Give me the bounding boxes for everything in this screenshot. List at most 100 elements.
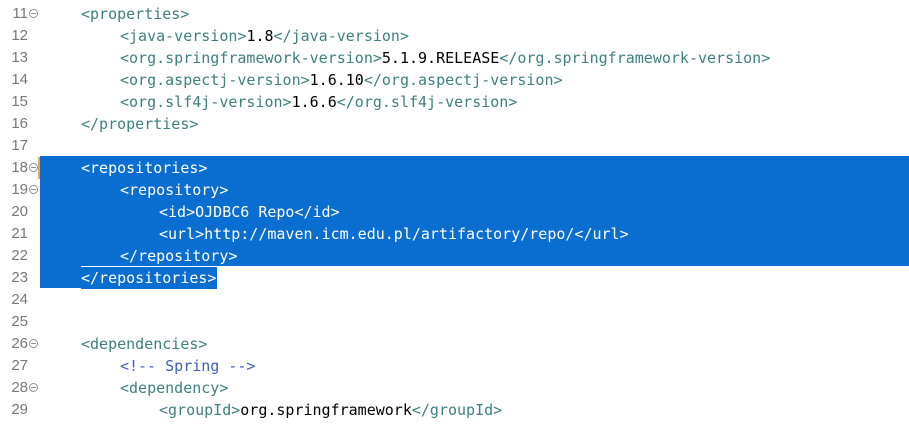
code-text: <id>OJDBC6 Repo</id> [159,201,340,223]
line-number: 29 [11,401,28,418]
code-line[interactable]: 13 <org.springframework-version>5.1.9.REL… [0,47,909,69]
line-number: 25 [11,313,28,330]
xml-tag: </repository> [120,247,238,265]
line-gutter: 22 [0,245,40,267]
line-number: 14 [11,71,28,88]
code-text: <groupId>org.springframework</groupId> [159,399,502,421]
line-number: 11 [12,5,28,22]
line-gutter: 21 [0,223,40,245]
code-line[interactable]: 22 </repository> [0,245,909,267]
code-text: <org.slf4j-version>1.6.6</org.slf4j-vers… [120,91,517,113]
xml-value: 1.6.10 [309,71,364,89]
line-number: 16 [11,115,28,132]
xml-value: org.springframework [240,401,412,419]
xml-tag: </url> [574,225,629,243]
xml-value: 5.1.9.RELEASE [381,49,500,67]
code-line[interactable]: 27 <!-- Spring --> [0,355,909,377]
code-text: </repository> [120,245,237,267]
xml-value: http://maven.icm.edu.pl/artifactory/repo… [204,225,575,243]
line-gutter: 25 [0,311,40,333]
code-line[interactable]: 14 <org.aspectj-version>1.6.10</org.aspec… [0,69,909,91]
code-text: <repository> [120,179,228,201]
xml-comment: <!-- Spring --> [120,357,256,375]
line-number: 24 [11,291,28,308]
code-line[interactable]: 15 <org.slf4j-version>1.6.6</org.slf4j-ve… [0,91,909,113]
code-text: <repositories> [81,157,207,179]
xml-tag: </org.slf4j-version> [336,93,518,111]
fold-collapse-icon[interactable] [29,163,38,172]
code-line[interactable]: 20 <id>OJDBC6 Repo</id> [0,201,909,223]
xml-tag: <url> [159,225,205,243]
line-number: 28 [11,379,28,396]
current-line-marker [38,157,40,179]
xml-tag: </java-version> [273,27,409,45]
xml-tag: </groupId> [411,401,503,419]
line-gutter: 29 [0,399,40,421]
code-text: <dependencies> [81,333,207,355]
line-number: 27 [11,357,28,374]
line-number: 21 [11,225,28,242]
code-line[interactable]: 24 [0,289,909,311]
xml-tag: </org.springframework-version> [499,49,771,67]
code-text: </properties> [81,113,198,135]
xml-tag: </repositories> [81,269,217,287]
xml-tag: <org.springframework-version> [120,49,382,67]
xml-value: OJDBC6 Repo [195,203,295,221]
line-gutter: 20 [0,201,40,223]
line-number: 15 [11,93,28,110]
code-line[interactable]: 21 <url>http://maven.icm.edu.pl/artifacto… [0,223,909,245]
line-number: 26 [11,335,28,352]
line-gutter: 15 [0,91,40,113]
xml-tag: <dependency> [120,379,229,397]
xml-tag: <repository> [120,181,229,199]
line-gutter: 28 [0,377,40,399]
code-line[interactable]: 18 <repositories> [0,157,909,179]
line-gutter: 16 [0,113,40,135]
code-line[interactable]: 12 <java-version>1.8</java-version> [0,25,909,47]
line-number: 23 [11,269,28,286]
code-line[interactable]: 11 <properties> [0,3,909,25]
code-text: <url>http://maven.icm.edu.pl/artifactory… [159,223,629,245]
line-gutter: 14 [0,69,40,91]
code-line[interactable]: 25 [0,311,909,333]
fold-collapse-icon[interactable] [29,383,38,392]
code-text: </repositories> [81,267,218,289]
xml-tag: <dependencies> [81,335,208,353]
line-number: 12 [11,27,28,44]
xml-tag: <groupId> [159,401,241,419]
fold-collapse-icon[interactable] [29,185,38,194]
xml-tag: <properties> [81,5,190,23]
line-gutter: 12 [0,25,40,47]
xml-tag: </properties> [81,115,199,133]
fold-collapse-icon[interactable] [29,9,38,18]
code-text: <org.aspectj-version>1.6.10</org.aspectj… [120,69,563,91]
code-text: <!-- Spring --> [120,355,255,377]
xml-tag: <repositories> [81,159,208,177]
code-line[interactable]: 28 <dependency> [0,377,909,399]
code-line[interactable]: 23 </repositories> [0,266,909,289]
code-line[interactable]: 16 </properties> [0,113,909,135]
xml-value: 1.8 [246,27,274,45]
line-gutter: 24 [0,289,40,311]
xml-source-editor[interactable]: 11 <properties> 12 <java-version>1.8</java-… [0,0,909,424]
xml-tag: <org.aspectj-version> [120,71,310,89]
xml-tag: </org.aspectj-version> [363,71,563,89]
code-line[interactable]: 26 <dependencies> [0,333,909,355]
code-line[interactable]: 29 <groupId>org.springframework</groupId> [0,399,909,421]
line-gutter: 19 [0,179,40,201]
xml-tag: <org.slf4j-version> [120,93,292,111]
line-number: 18 [11,159,28,176]
code-line[interactable]: 17 [0,135,909,157]
code-text: <dependency> [120,377,228,399]
line-gutter: 11 [0,3,40,25]
line-gutter: 27 [0,355,40,377]
line-number: 22 [11,247,28,264]
line-gutter: 13 [0,47,40,69]
xml-tag: </id> [294,203,340,221]
code-line[interactable]: 19 <repository> [0,179,909,201]
code-text: <properties> [81,3,189,25]
line-number: 20 [11,203,28,220]
line-gutter: 26 [0,333,40,355]
fold-collapse-icon[interactable] [29,339,38,348]
line-number: 19 [11,181,28,198]
